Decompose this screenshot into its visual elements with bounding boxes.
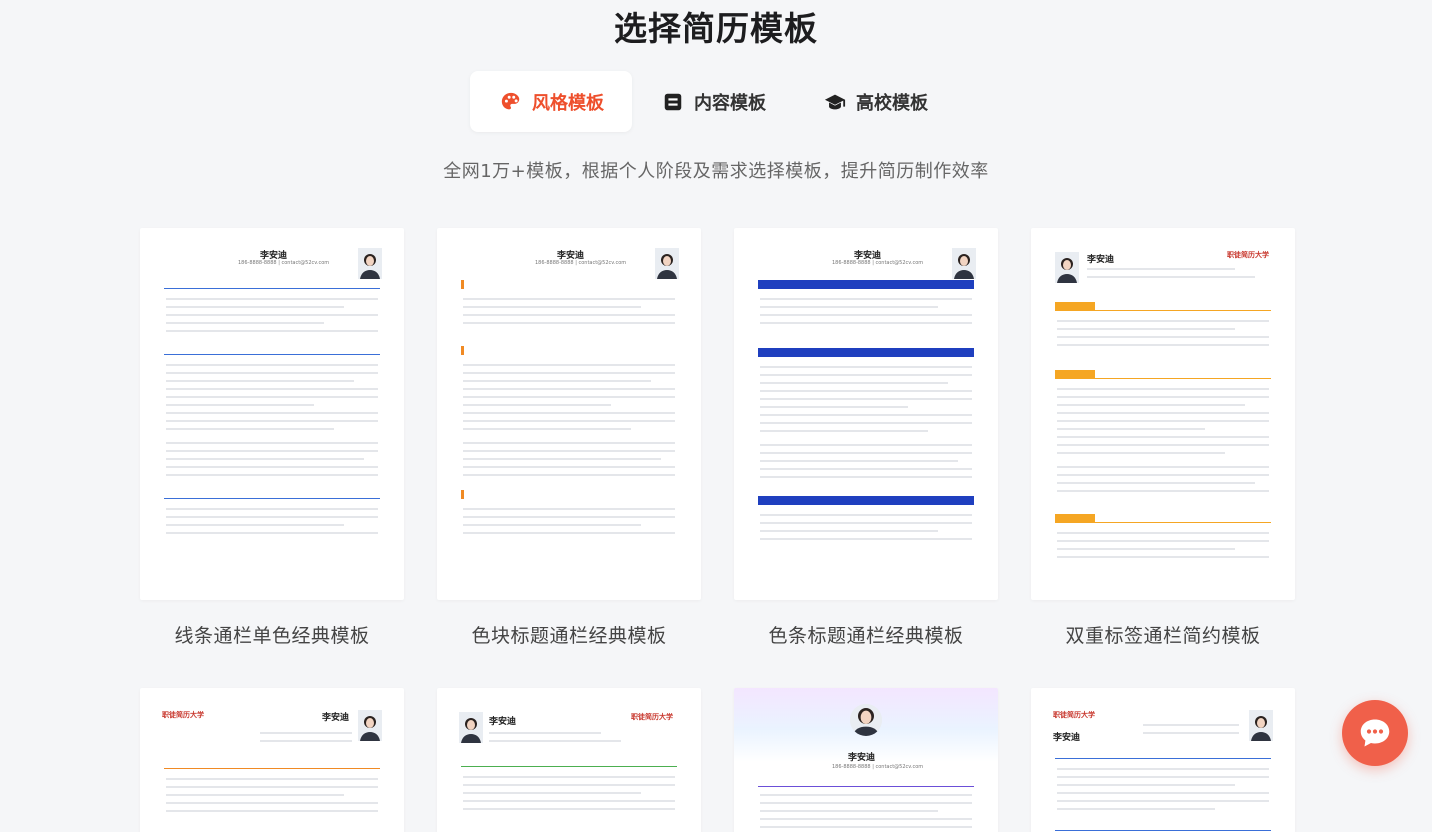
resume-photo	[655, 248, 679, 279]
template-card-line[interactable]: 李安迪 186-8888-8888 | contact@52cv.com 线条通…	[140, 228, 404, 648]
resume-photo	[358, 248, 382, 279]
template-card-block[interactable]: 李安迪 186-8888-8888 | contact@52cv.com 色块标…	[437, 228, 701, 648]
resume-contact: 186-8888-8888 | contact@52cv.com	[238, 260, 330, 266]
tab-label: 内容模板	[694, 92, 766, 114]
template-thumbnail[interactable]: 李安迪 职徒简历大学	[1031, 228, 1295, 600]
resume-contact: 186-8888-8888 | contact@52cv.com	[832, 764, 924, 770]
template-label: 双重标签通栏简约模板	[1065, 625, 1261, 647]
tab-label: 风格模板	[532, 92, 604, 114]
template-tabs: 风格模板 内容模板 高校模板	[470, 71, 956, 132]
template-thumbnail[interactable]: 李安迪 186-8888-8888 | contact@52cv.com	[437, 228, 701, 600]
resume-photo	[459, 712, 483, 743]
template-thumbnail[interactable]: 李安迪 职徒简历大学	[437, 688, 701, 832]
resume-name: 李安迪	[1053, 733, 1081, 743]
chat-bubble-icon	[1357, 715, 1393, 751]
resume-photo	[1055, 252, 1079, 283]
template-label: 色块标题通栏经典模板	[471, 625, 667, 647]
resume-name: 李安迪	[848, 753, 876, 763]
resume-name: 李安迪	[489, 717, 517, 727]
tab-content-templates[interactable]: 内容模板	[632, 71, 794, 132]
template-label: 线条通栏单色经典模板	[174, 625, 370, 647]
template-thumbnail[interactable]: 李安迪 186-8888-8888 | contact@52cv.com	[734, 688, 998, 832]
school-logo: 职徒简历大学	[1053, 711, 1095, 719]
template-card-row2-3[interactable]: 李安迪 186-8888-8888 | contact@52cv.com	[734, 688, 998, 832]
template-thumbnail[interactable]: 李安迪 186-8888-8888 | contact@52cv.com	[140, 228, 404, 600]
resume-photo	[952, 248, 976, 279]
template-card-tag[interactable]: 李安迪 职徒简历大学 双重标签通栏简约模板	[1031, 228, 1295, 648]
resume-section-header	[461, 280, 677, 289]
template-card-row2-2[interactable]: 李安迪 职徒简历大学	[437, 688, 701, 832]
resume-photo	[850, 704, 882, 736]
resume-section-header	[461, 758, 677, 767]
template-card-row2-4[interactable]: 职徒简历大学 李安迪	[1031, 688, 1295, 832]
school-logo: 职徒简历大学	[162, 711, 204, 719]
tab-style-templates[interactable]: 风格模板	[470, 71, 632, 132]
chat-button[interactable]	[1342, 700, 1408, 766]
page-subtitle: 全网1万+模板，根据个人阶段及需求选择模板，提升简历制作效率	[443, 161, 989, 182]
page-title: 选择简历模板	[614, 9, 818, 48]
resume-photo	[1249, 710, 1273, 741]
resume-section-header	[164, 760, 380, 769]
template-thumbnail[interactable]: 职徒简历大学 李安迪	[140, 688, 404, 832]
template-card-bar[interactable]: 李安迪 186-8888-8888 | contact@52cv.com 色条标…	[734, 228, 998, 648]
resume-name: 李安迪	[1087, 255, 1115, 265]
content-icon	[662, 91, 684, 113]
resume-section-header	[758, 778, 974, 787]
resume-contact: 186-8888-8888 | contact@52cv.com	[832, 260, 924, 266]
template-thumbnail[interactable]: 李安迪 186-8888-8888 | contact@52cv.com	[734, 228, 998, 600]
graduation-cap-icon	[824, 91, 846, 113]
resume-section-header	[1055, 750, 1271, 759]
resume-photo	[358, 710, 382, 741]
tab-label: 高校模板	[856, 92, 928, 114]
school-logo: 职徒简历大学	[631, 713, 673, 721]
resume-name: 李安迪	[322, 713, 350, 723]
template-card-row2-1[interactable]: 职徒简历大学 李安迪	[140, 688, 404, 832]
resume-contact: 186-8888-8888 | contact@52cv.com	[535, 260, 627, 266]
tab-university-templates[interactable]: 高校模板	[794, 71, 956, 132]
resume-section-header	[164, 280, 380, 289]
school-logo: 职徒简历大学	[1227, 251, 1269, 259]
template-thumbnail[interactable]: 职徒简历大学 李安迪	[1031, 688, 1295, 832]
palette-icon	[500, 91, 522, 113]
resume-section-header	[758, 280, 974, 289]
template-label: 色条标题通栏经典模板	[768, 625, 964, 647]
resume-section-header	[1055, 302, 1271, 311]
